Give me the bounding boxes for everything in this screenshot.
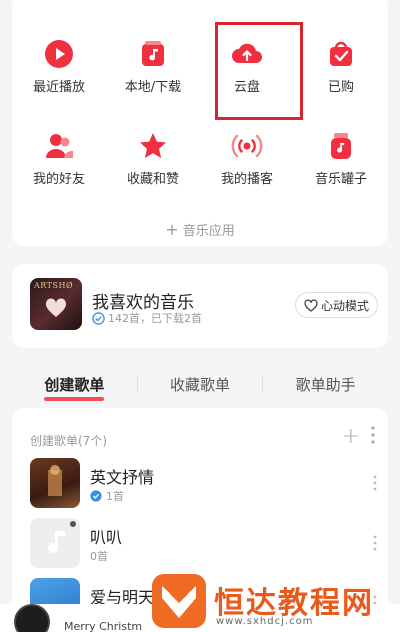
local-download-label: 本地/下载 <box>124 80 182 95</box>
heart-icon <box>304 298 318 312</box>
playlist-tabs: 创建歌单 收藏歌单 歌单助手 <box>12 368 388 401</box>
now-playing-title: Merry Christm <box>64 620 143 632</box>
quick-access-row-1: 最近播放 本地/下载 云盘 已购 <box>12 38 388 95</box>
podcast-icon <box>231 130 263 162</box>
download-check-icon <box>92 311 105 325</box>
recent-play-button[interactable]: 最近播放 <box>12 38 106 95</box>
playlist-more-icon[interactable] <box>372 474 378 492</box>
plus-icon: + <box>165 220 179 239</box>
my-podcast-label: 我的播客 <box>220 172 273 187</box>
music-file-icon <box>137 38 169 70</box>
heart-mode-button[interactable]: 心动模式 <box>294 292 378 318</box>
playlist-subtitle: 0首 <box>90 548 108 564</box>
tab-playlist-assistant[interactable]: 歌单助手 <box>263 374 388 395</box>
tab-collected-playlists[interactable]: 收藏歌单 <box>138 374 263 395</box>
heart-art-icon <box>45 298 67 317</box>
tab-created-playlists[interactable]: 创建歌单 <box>12 374 137 401</box>
favorite-cover: ARTSHØ <box>30 278 82 330</box>
music-jar-icon <box>325 130 357 162</box>
playlist-subtitle: 1首 <box>90 488 124 504</box>
my-friends-label: 我的好友 <box>32 172 85 187</box>
playlists-header: 创建歌单(7个) <box>30 434 107 448</box>
favorite-cover-text: ARTSHØ <box>34 281 74 290</box>
playlist-song-count: 1首 <box>106 490 124 503</box>
purchased-label: 已购 <box>327 80 354 95</box>
music-apps-label: 音乐应用 <box>182 224 235 239</box>
playlist-item[interactable]: 英文抒情 1首 <box>30 458 388 510</box>
music-jar-button[interactable]: 音乐罐子 <box>294 130 388 187</box>
tab-collected-playlists-label: 收藏歌单 <box>170 375 231 394</box>
highlight-box <box>215 22 303 120</box>
star-icon <box>137 130 169 162</box>
favorites-likes-label: 收藏和赞 <box>126 172 179 187</box>
playlist-title: 叭叭 <box>90 528 123 547</box>
favorite-subtitle-text: 142首，已下载2首 <box>108 312 202 325</box>
download-check-icon <box>90 490 102 502</box>
watermark-url: www.sxhdcj.com <box>216 616 314 627</box>
music-note-icon <box>48 521 76 554</box>
playlist-title: 英文抒情 <box>90 468 155 487</box>
more-options-icon[interactable] <box>368 424 378 446</box>
playlist-song-count: 0首 <box>90 550 108 563</box>
heart-mode-label: 心动模式 <box>320 298 369 313</box>
active-tab-underline <box>44 396 105 401</box>
tab-created-playlists-label: 创建歌单 <box>44 375 105 394</box>
purchased-button[interactable]: 已购 <box>294 38 388 95</box>
watermark: 恒达教程网 www.sxhdcj.com <box>150 572 400 632</box>
watermark-logo-icon <box>152 574 206 628</box>
quick-access-row-2: 我的好友 收藏和赞 我的播客 音乐罐子 <box>12 130 388 187</box>
playlist-more-icon[interactable] <box>372 534 378 552</box>
tab-playlist-assistant-label: 歌单助手 <box>295 375 356 394</box>
add-playlist-button[interactable]: + <box>342 424 360 449</box>
friends-icon <box>43 130 75 162</box>
music-jar-label: 音乐罐子 <box>314 172 367 187</box>
playlist-cover <box>30 518 80 568</box>
playlist-item[interactable]: 叭叭 0首 <box>30 518 388 570</box>
favorites-likes-button[interactable]: 收藏和赞 <box>106 130 200 187</box>
favorite-music-card[interactable]: ARTSHØ 我喜欢的音乐 142首，已下载2首 心动模式 <box>12 264 388 348</box>
now-playing-cover[interactable] <box>14 604 50 632</box>
my-podcast-button[interactable]: 我的播客 <box>200 130 294 187</box>
shopping-bag-icon <box>325 38 357 70</box>
favorite-subtitle: 142首，已下载2首 <box>92 310 202 326</box>
local-download-button[interactable]: 本地/下载 <box>106 38 200 95</box>
music-apps-button[interactable]: + 音乐应用 <box>12 220 388 239</box>
play-circle-icon <box>43 38 75 70</box>
my-friends-button[interactable]: 我的好友 <box>12 130 106 187</box>
quick-access-card: 最近播放 本地/下载 云盘 已购 我的好友 收藏和赞 我的播客 音乐罐子 + 音… <box>12 0 388 246</box>
recent-play-label: 最近播放 <box>32 80 85 95</box>
playlist-cover <box>30 458 80 508</box>
